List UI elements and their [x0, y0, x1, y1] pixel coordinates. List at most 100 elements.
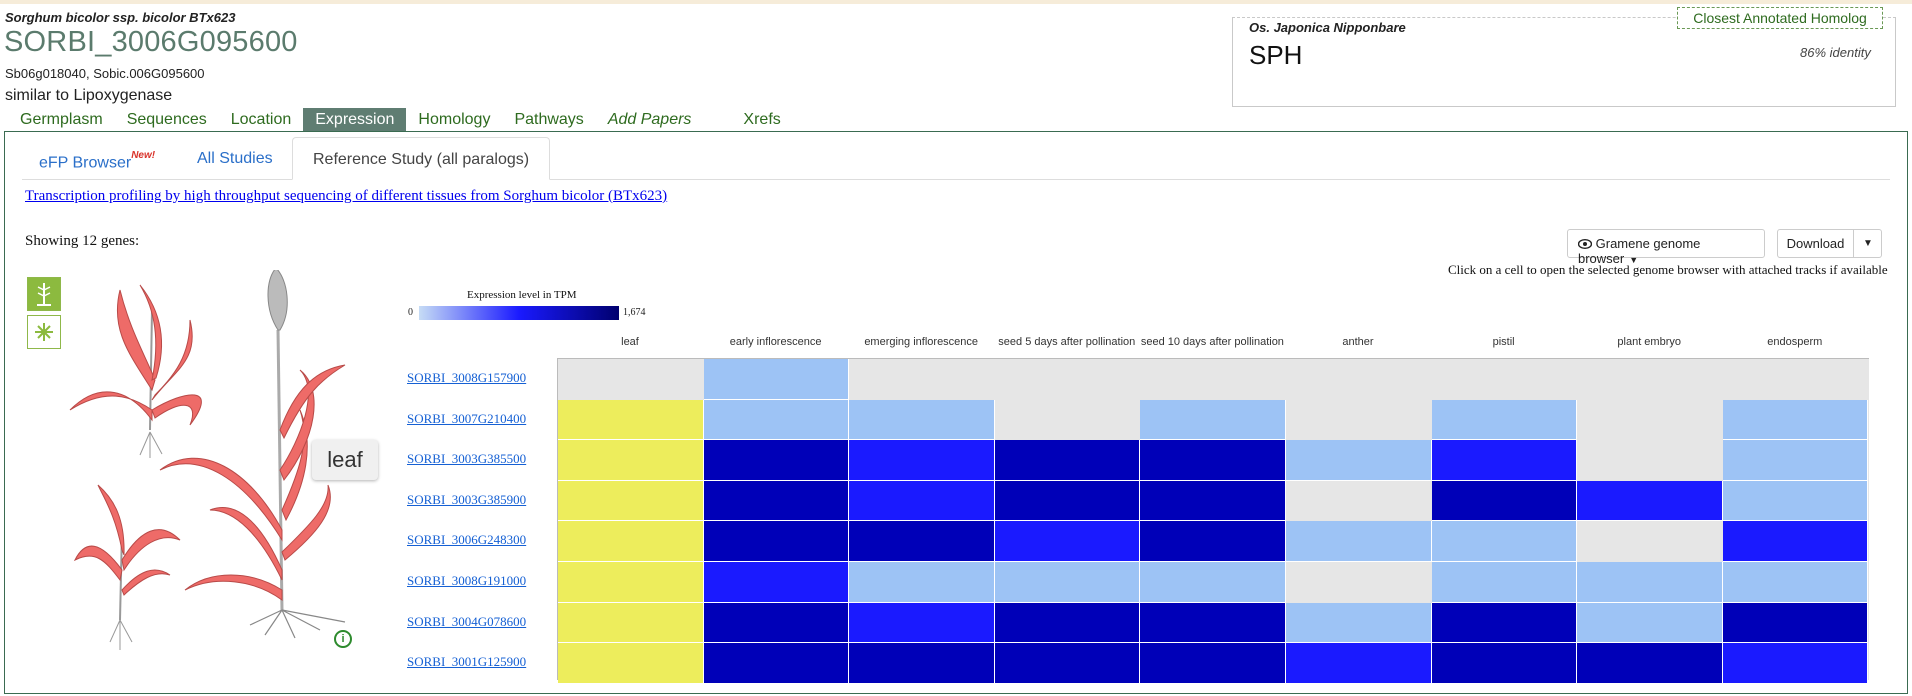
heatmap-cell[interactable] [849, 602, 995, 644]
column-header: endosperm [1767, 336, 1823, 348]
heatmap-cell[interactable] [1140, 440, 1286, 481]
homolog-identity: 86% identity [1800, 45, 1871, 60]
heatmap-cell[interactable] [1140, 480, 1286, 522]
plant-view-button[interactable] [27, 277, 61, 311]
subtab-reference-study[interactable]: Reference Study (all paralogs) [292, 137, 551, 180]
subtab-efp-browser[interactable]: eFP BrowserNew! [39, 137, 155, 180]
heatmap-cell[interactable] [1140, 643, 1286, 684]
gene-link[interactable]: SORBI_3003G385500 [407, 451, 526, 467]
download-button[interactable]: Download [1778, 230, 1854, 257]
heatmap-cell[interactable] [1431, 521, 1578, 562]
heatmap-cell[interactable] [558, 602, 704, 644]
heatmap-cell[interactable] [1431, 602, 1578, 644]
heatmap-cell[interactable] [1431, 440, 1578, 481]
heatmap-cell[interactable] [1286, 602, 1432, 644]
heatmap-cell[interactable] [1140, 602, 1286, 644]
species-name: Sorghum bicolor ssp. bicolor BTx623 [5, 10, 236, 25]
column-header: early inflorescence [729, 336, 822, 348]
genome-browser-dropdown[interactable]: Gramene genome browser ▼ [1567, 229, 1765, 266]
heatmap-cell[interactable] [703, 602, 850, 644]
study-link[interactable]: Transcription profiling by high throughp… [25, 188, 667, 205]
heatmap-cell[interactable] [1722, 643, 1869, 684]
heatmap-cell[interactable] [558, 440, 704, 481]
heatmap-cell[interactable] [1431, 480, 1578, 522]
heatmap-cell[interactable] [1431, 562, 1578, 603]
heatmap-cell[interactable] [849, 521, 995, 562]
heatmap-cell[interactable] [703, 440, 850, 481]
heatmap-cell[interactable] [849, 440, 995, 481]
heatmap-cell[interactable] [994, 440, 1141, 481]
heatmap-cell[interactable] [1286, 521, 1432, 562]
heatmap-cell[interactable] [1722, 602, 1869, 644]
closest-homolog-button[interactable]: Closest Annotated Homolog [1677, 7, 1883, 29]
tab-sequences[interactable]: Sequences [115, 108, 219, 131]
plant-seedling-upper [69, 284, 202, 458]
top-strip [0, 0, 1912, 4]
tab-xrefs[interactable]: Xrefs [731, 108, 792, 131]
heatmap-cell[interactable] [703, 399, 850, 441]
gene-link[interactable]: SORBI_3004G078600 [407, 614, 526, 630]
heatmap-cell[interactable] [849, 562, 995, 603]
heatmap-cell[interactable] [1140, 521, 1286, 562]
gene-link[interactable]: SORBI_3008G157900 [407, 370, 526, 386]
gene-synonyms: Sb06g018040, Sobic.006G095600 [5, 66, 205, 81]
heatmap-cell[interactable] [994, 562, 1141, 603]
tab-germplasm[interactable]: Germplasm [8, 108, 115, 131]
info-icon[interactable]: i [334, 630, 352, 648]
heatmap-cell[interactable] [1140, 562, 1286, 603]
heatmap-cell[interactable] [1286, 440, 1432, 481]
plant-icon [37, 283, 51, 306]
heatmap-cell[interactable] [994, 521, 1141, 562]
heatmap-cell[interactable] [1577, 602, 1723, 644]
heatmap-cell[interactable] [1577, 480, 1723, 522]
gene-link[interactable]: SORBI_3007G210400 [407, 411, 526, 427]
gene-link[interactable]: SORBI_3008G191000 [407, 573, 526, 589]
heatmap-cell[interactable] [849, 480, 995, 522]
heatmap-cell[interactable] [1286, 643, 1432, 684]
heatmap-cell[interactable] [1722, 480, 1869, 522]
heatmap-cell[interactable] [1722, 399, 1869, 441]
subtab-all-studies[interactable]: All Studies [197, 137, 273, 180]
heatmap-cell[interactable] [558, 521, 704, 562]
subtab-efp-label: eFP Browser [39, 154, 132, 172]
heatmap-cell[interactable] [1140, 399, 1286, 441]
heatmap-cell[interactable] [558, 399, 704, 441]
heatmap-cell[interactable] [703, 521, 850, 562]
download-caret-icon[interactable]: ▼ [1854, 230, 1882, 257]
flower-view-button[interactable] [27, 315, 61, 349]
legend-title: Expression level in TPM [467, 289, 577, 301]
heatmap-cell[interactable] [558, 643, 704, 684]
gene-link[interactable]: SORBI_3001G125900 [407, 654, 526, 670]
heatmap-cell[interactable] [994, 643, 1141, 684]
expression-subtabs: eFP BrowserNew! All Studies Reference St… [22, 137, 1890, 180]
heatmap-cell[interactable] [1722, 521, 1869, 562]
heatmap-cell[interactable] [994, 480, 1141, 522]
heatmap-cell[interactable] [849, 643, 995, 684]
tab-homology[interactable]: Homology [406, 108, 502, 131]
heatmap-cell[interactable] [1431, 643, 1578, 684]
homolog-name[interactable]: SPH [1249, 40, 1302, 71]
tab-location[interactable]: Location [219, 108, 304, 131]
heatmap-cell[interactable] [558, 562, 704, 603]
heatmap-cell[interactable] [994, 602, 1141, 644]
gene-link[interactable]: SORBI_3006G248300 [407, 532, 526, 548]
column-header: anther [1342, 336, 1374, 348]
gene-count-text: Showing 12 genes: [25, 233, 140, 249]
heatmap-cell[interactable] [1722, 562, 1869, 603]
tab-pathways[interactable]: Pathways [502, 108, 595, 131]
tab-add-papers[interactable]: Add Papers [596, 108, 732, 131]
heatmap-cell[interactable] [1577, 643, 1723, 684]
gene-description: similar to Lipoxygenase [5, 87, 173, 104]
heatmap-cell[interactable] [703, 643, 850, 684]
heatmap-cell[interactable] [849, 399, 995, 441]
heatmap-cell[interactable] [1577, 562, 1723, 603]
heatmap-cell[interactable] [1431, 399, 1578, 441]
gene-link[interactable]: SORBI_3003G385900 [407, 492, 526, 508]
efp-tissue-tooltip: leaf [312, 440, 378, 480]
heatmap-cell[interactable] [558, 480, 704, 522]
heatmap-cell[interactable] [703, 480, 850, 522]
heatmap-cell[interactable] [703, 359, 850, 400]
heatmap-cell[interactable] [703, 562, 850, 603]
tab-expression[interactable]: Expression [303, 108, 407, 131]
heatmap-cell[interactable] [1722, 440, 1869, 481]
